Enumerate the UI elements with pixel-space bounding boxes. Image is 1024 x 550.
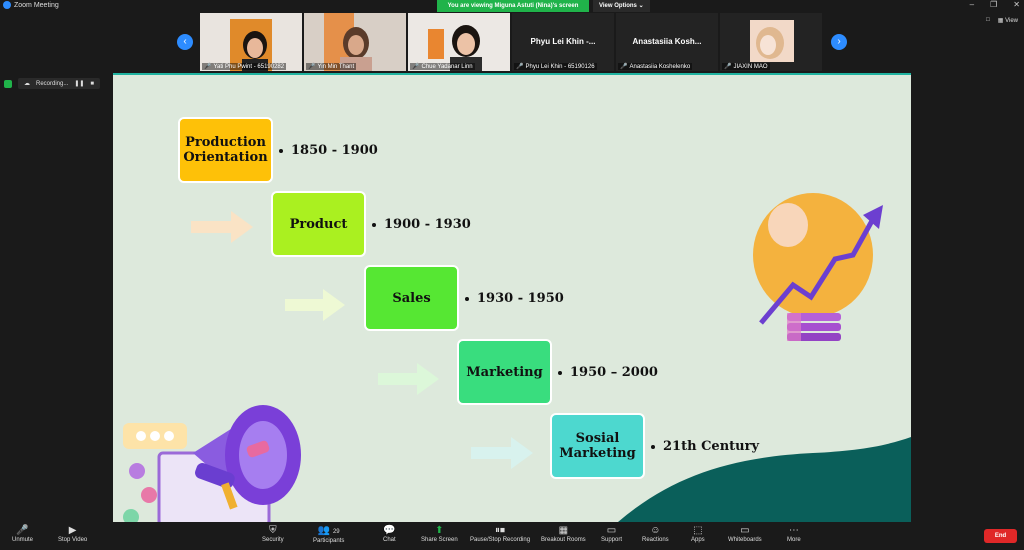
- more-icon: ⋯: [788, 525, 799, 536]
- next-page-icon[interactable]: ›: [831, 34, 847, 50]
- megaphone-laptop-icon: [123, 405, 301, 522]
- whiteboards-label: Whiteboards: [728, 537, 762, 543]
- recording-indicator: ☁ Recording... ❚❚ ■: [18, 78, 101, 89]
- participants-icon: 👥 29: [317, 525, 340, 536]
- restore-icon[interactable]: ❐: [990, 0, 997, 9]
- shared-screen: Production Orientation 1850 - 1900 Produ…: [113, 73, 911, 522]
- security-button[interactable]: ⛨ Security: [262, 525, 284, 543]
- share-screen-icon: ⬆: [435, 525, 444, 536]
- share-screen-label: Share Screen: [421, 537, 458, 543]
- stop-video-label: Stop Video: [58, 537, 88, 543]
- participants-button[interactable]: 👥 29 Participants: [313, 525, 344, 544]
- participant-tile[interactable]: 🎤 Chue Yadanar Linn: [408, 13, 510, 71]
- title-bar: Zoom Meeting You are viewing Miguna Astu…: [0, 0, 1024, 12]
- participant-display-name: Anastasiia Kosh...: [632, 37, 702, 46]
- meeting-toolbar: 🎤 Unmute ▶ Stop Video ⛨ Security 👥 29 Partic…: [0, 522, 1024, 550]
- apps-label: Apps: [691, 537, 705, 543]
- view-controls: □ ▦ View: [986, 17, 1018, 24]
- participant-tile[interactable]: 🎤 Yati Phu Pwint - 65190282: [200, 13, 302, 71]
- mic-muted-icon: 🎤: [16, 525, 29, 536]
- mic-off-icon: 🎤: [724, 64, 732, 70]
- more-label: More: [787, 537, 801, 543]
- minimize-icon[interactable]: –: [970, 0, 974, 9]
- previous-page-icon[interactable]: ‹: [177, 34, 193, 50]
- participant-name: 🎤 Chue Yadanar Linn: [410, 63, 475, 70]
- reactions-button[interactable]: ☺ Reactions: [642, 525, 669, 543]
- window-controls: – ❐ ✕: [970, 0, 1020, 9]
- pause-recording-button[interactable]: ⏸⏹ Pause/Stop Recording: [470, 525, 530, 543]
- breakout-rooms-icon: ▦: [558, 525, 569, 536]
- participant-name-text: Phyu Lei Khin - 65190126: [525, 63, 595, 70]
- apps-button[interactable]: ⬚ Apps: [691, 525, 705, 543]
- participants-count: 29: [332, 529, 340, 535]
- participant-name: 🎤 Yati Phu Pwint - 65190282: [202, 63, 287, 70]
- participant-name: 🎤 JIAXIN MAO: [722, 63, 770, 70]
- stop-recording-icon[interactable]: ■: [90, 81, 94, 87]
- shield-icon: ⛨: [269, 525, 277, 536]
- view-label: View: [1005, 18, 1018, 24]
- lightbulb-growth-icon: [753, 193, 883, 341]
- viewing-screen-banner: You are viewing Miguna Astuti (Nina)'s s…: [437, 0, 589, 12]
- mic-off-icon: 🎤: [620, 64, 628, 70]
- mic-off-icon: 🎤: [204, 64, 212, 70]
- breakout-rooms-label: Breakout Rooms: [541, 537, 586, 543]
- participant-name-text: Chue Yadanar Linn: [421, 63, 473, 70]
- presentation-slide: Production Orientation 1850 - 1900 Produ…: [113, 75, 911, 522]
- participants-label: Participants: [313, 538, 345, 544]
- pause-stop-icon: ⏸⏹: [495, 525, 506, 536]
- window-title: Zoom Meeting: [14, 1, 59, 9]
- security-label: Security: [262, 537, 284, 543]
- participant-name-text: JIAXIN MAO: [733, 63, 768, 70]
- more-button[interactable]: ⋯ More: [787, 525, 801, 543]
- unmute-button[interactable]: 🎤 Unmute: [12, 525, 33, 543]
- video-camera-icon: ▶: [68, 525, 77, 536]
- pause-recording-label: Pause/Stop Recording: [470, 537, 531, 543]
- participant-video-strip: 🎤 Yati Phu Pwint - 65190282 🎤 Yin Min Than…: [200, 13, 822, 71]
- participant-display-name: Phyu Lei Khin -...: [530, 37, 596, 46]
- security-shield-icon: [4, 79, 12, 88]
- chat-label: Chat: [383, 537, 396, 543]
- participant-name-text: Anastasiia Koshelenko: [629, 63, 691, 70]
- end-meeting-button[interactable]: End: [984, 529, 1017, 543]
- cloud-icon: ☁: [24, 81, 30, 87]
- app-title: Zoom Meeting: [3, 1, 59, 9]
- recording-label: Recording...: [36, 80, 69, 87]
- stop-video-button[interactable]: ▶ Stop Video: [58, 525, 87, 543]
- view-button[interactable]: ▦ View: [998, 17, 1018, 24]
- unmute-label: Unmute: [12, 537, 34, 543]
- share-screen-button[interactable]: ⬆ Share Screen: [421, 525, 458, 543]
- participant-tile[interactable]: 🎤 JIAXIN MAO: [720, 13, 822, 71]
- breakout-rooms-button[interactable]: ▦ Breakout Rooms: [541, 525, 586, 543]
- zoom-logo-icon: [3, 1, 11, 9]
- whiteboards-button[interactable]: ▭ Whiteboards: [728, 525, 762, 543]
- support-button[interactable]: ▭ Support: [601, 525, 622, 543]
- chevron-down-icon: ⌄: [638, 3, 644, 9]
- pause-recording-icon[interactable]: ❚❚: [74, 80, 84, 87]
- participant-name: 🎤 Yin Min Thant: [306, 63, 357, 70]
- recording-bar: ☁ Recording... ❚❚ ■: [4, 78, 101, 89]
- participant-tile[interactable]: Anastasiia Kosh... 🎤 Anastasiia Koshelenk…: [616, 13, 718, 71]
- chat-icon: 💬: [383, 525, 396, 536]
- apps-icon: ⬚: [693, 525, 703, 536]
- view-options-label: View Options: [599, 3, 637, 9]
- whiteboard-icon: ▭: [740, 525, 750, 536]
- mic-off-icon: 🎤: [308, 64, 316, 70]
- participant-name: 🎤 Phyu Lei Khin - 65190126: [514, 63, 597, 70]
- participant-name: 🎤 Anastasiia Koshelenko: [618, 63, 693, 70]
- mic-off-icon: 🎤: [412, 64, 420, 70]
- mic-off-icon: 🎤: [516, 64, 524, 70]
- participant-name-text: Yin Min Thant: [317, 63, 355, 70]
- participant-tile[interactable]: Phyu Lei Khin -... 🎤 Phyu Lei Khin - 6519…: [512, 13, 614, 71]
- reactions-label: Reactions: [642, 537, 669, 543]
- view-options-button[interactable]: View Options ⌄: [593, 0, 650, 12]
- support-label: Support: [601, 537, 623, 543]
- reactions-icon: ☺: [650, 525, 661, 536]
- chat-button[interactable]: 💬 Chat: [383, 525, 396, 543]
- profile-icon[interactable]: □: [986, 17, 990, 24]
- close-icon[interactable]: ✕: [1013, 0, 1020, 9]
- participant-tile[interactable]: 🎤 Yin Min Thant: [304, 13, 406, 71]
- participant-name-text: Yati Phu Pwint - 65190282: [213, 63, 285, 70]
- support-icon: ▭: [606, 525, 617, 536]
